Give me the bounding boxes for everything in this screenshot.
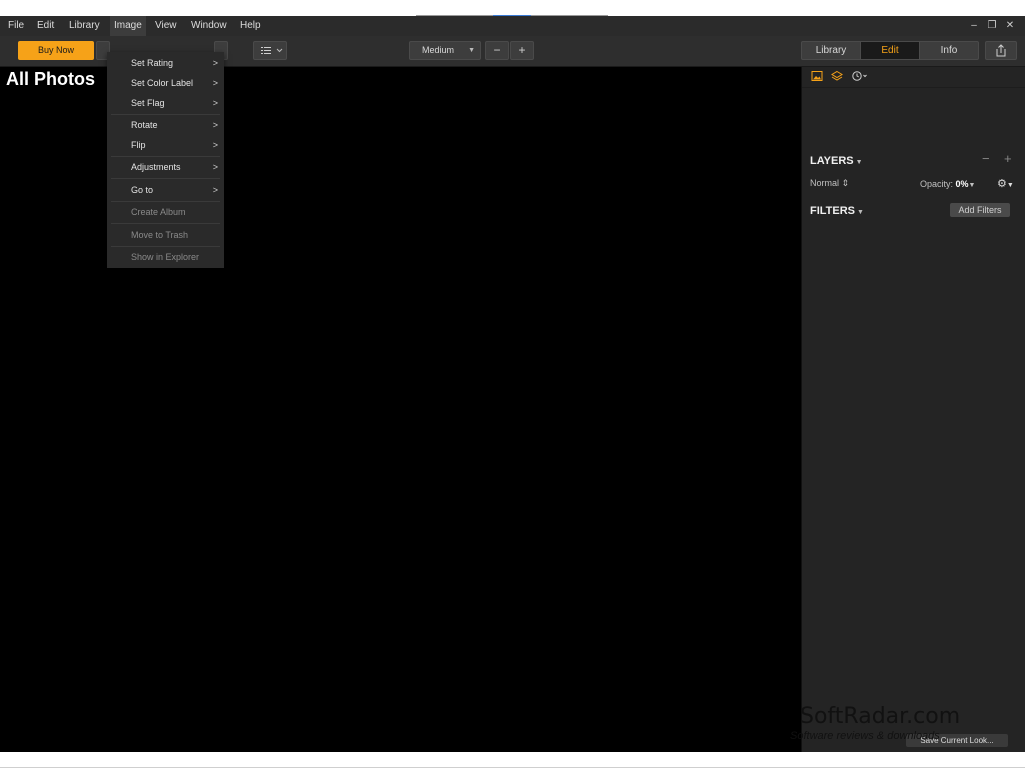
opacity-control[interactable]: Opacity: 0%▼ (920, 179, 975, 189)
layers-header[interactable]: LAYERS ▼ (810, 155, 863, 167)
menu-window[interactable]: Window (187, 16, 231, 36)
chevron-right-icon: > (212, 140, 218, 150)
chevron-right-icon: > (212, 98, 218, 108)
menu-file[interactable]: File (4, 16, 28, 36)
chevron-right-icon: > (212, 58, 218, 68)
window-controls: – ❐ ✕ (965, 16, 1019, 36)
menu-item-adjustments[interactable]: Adjustments > (107, 157, 224, 177)
share-icon (996, 44, 1006, 57)
blend-mode-select[interactable]: Normal ⇕ (810, 178, 849, 189)
updown-chevron-icon: ⇕ (841, 178, 850, 188)
menu-item-set-rating[interactable]: Set Rating > (107, 53, 224, 73)
menu-library[interactable]: Library (65, 16, 104, 36)
opacity-label: Opacity: (920, 179, 954, 189)
layers-icon[interactable] (831, 70, 843, 82)
zoom-out-button[interactable]: − (485, 41, 509, 60)
chevron-right-icon: > (212, 162, 218, 172)
menu-item-create-album[interactable]: Create Album (107, 202, 224, 222)
sort-button[interactable] (253, 41, 287, 60)
mode-tabs: Library Edit Info (801, 41, 979, 60)
menu-view[interactable]: View (151, 16, 181, 36)
menu-help[interactable]: Help (236, 16, 265, 36)
menu-separator (111, 178, 220, 179)
menu-item-label: Show in Explorer (131, 252, 200, 262)
layer-settings-gear-icon[interactable]: ⚙▼ (997, 177, 1014, 190)
watermark: SoftRadar.com Software reviews & downloa… (790, 700, 1025, 752)
window-title-strip (0, 0, 1025, 16)
bottom-strip (0, 752, 1025, 769)
watermark-title: SoftRadar.com (800, 704, 961, 729)
minimize-icon[interactable]: – (965, 16, 983, 36)
menu-item-label: Move to Trash (131, 230, 189, 240)
menu-item-label: Set Rating (131, 58, 174, 68)
menu-item-label: Flip (131, 140, 146, 150)
sort-list-icon (261, 47, 283, 54)
chevron-down-icon: ▼ (968, 182, 976, 189)
zoom-size-select[interactable]: Medium ▼ (409, 41, 481, 60)
menu-item-flip[interactable]: Flip > (107, 135, 224, 155)
menu-item-rotate[interactable]: Rotate > (107, 115, 224, 135)
filters-header[interactable]: FILTERS ▼ (810, 205, 864, 217)
panel-icon-bar (802, 67, 1025, 88)
bottom-divider (0, 767, 1025, 768)
menu-bar: File Edit Library Image View Window Help… (0, 16, 1025, 36)
menu-image[interactable]: Image (110, 16, 146, 36)
app-window: File Edit Library Image View Window Help… (0, 16, 1025, 752)
menu-item-set-color-label[interactable]: Set Color Label > (107, 73, 224, 93)
chevron-down-icon: ▼ (857, 209, 864, 216)
menu-item-label: Go to (131, 185, 154, 195)
close-icon[interactable]: ✕ (1001, 16, 1019, 36)
menu-item-label: Rotate (131, 120, 158, 130)
chevron-down-icon: ▼ (468, 47, 475, 54)
menu-item-label: Create Album (131, 207, 186, 217)
opacity-value[interactable]: 0% (956, 179, 969, 189)
blend-mode-value: Normal (810, 178, 840, 188)
image-icon[interactable] (811, 70, 823, 82)
share-button[interactable] (985, 41, 1017, 60)
layers-label: LAYERS (810, 155, 854, 167)
menu-item-move-to-trash[interactable]: Move to Trash (107, 225, 224, 245)
tab-edit[interactable]: Edit (861, 42, 920, 59)
menu-separator (111, 223, 220, 224)
add-filters-button[interactable]: Add Filters (950, 203, 1010, 217)
menu-item-label: Set Color Label (131, 78, 194, 88)
chevron-right-icon: > (212, 120, 218, 130)
tab-library[interactable]: Library (802, 42, 861, 59)
restore-icon[interactable]: ❐ (983, 16, 1001, 36)
history-clock-icon[interactable] (851, 70, 869, 82)
watermark-subtitle: Software reviews & downloads (790, 730, 940, 742)
zoom-in-button[interactable]: + (510, 41, 534, 60)
chevron-right-icon: > (212, 185, 218, 195)
add-layer-button[interactable]: + (1004, 151, 1012, 166)
right-panel: LAYERS ▼ − + Normal ⇕ Opacity: 0%▼ ⚙▼ FIL… (801, 67, 1025, 752)
menu-edit[interactable]: Edit (33, 16, 58, 36)
chevron-right-icon: > (212, 78, 218, 88)
menu-item-set-flag[interactable]: Set Flag > (107, 93, 224, 113)
buy-now-button[interactable]: Buy Now (18, 41, 94, 60)
page-title: All Photos (6, 69, 95, 89)
image-menu-dropdown: Set Rating > Set Color Label > Set Flag > R… (107, 52, 224, 268)
remove-layer-button[interactable]: − (982, 151, 990, 166)
zoom-size-value: Medium (422, 45, 455, 55)
menu-item-label: Set Flag (131, 98, 165, 108)
menu-item-show-in-explorer[interactable]: Show in Explorer (107, 247, 224, 267)
chevron-down-icon: ▼ (855, 159, 863, 166)
tab-info[interactable]: Info (920, 42, 978, 59)
filters-label: FILTERS (810, 205, 856, 217)
menu-item-label: Adjustments (131, 162, 181, 172)
menu-item-go-to[interactable]: Go to > (107, 180, 224, 200)
